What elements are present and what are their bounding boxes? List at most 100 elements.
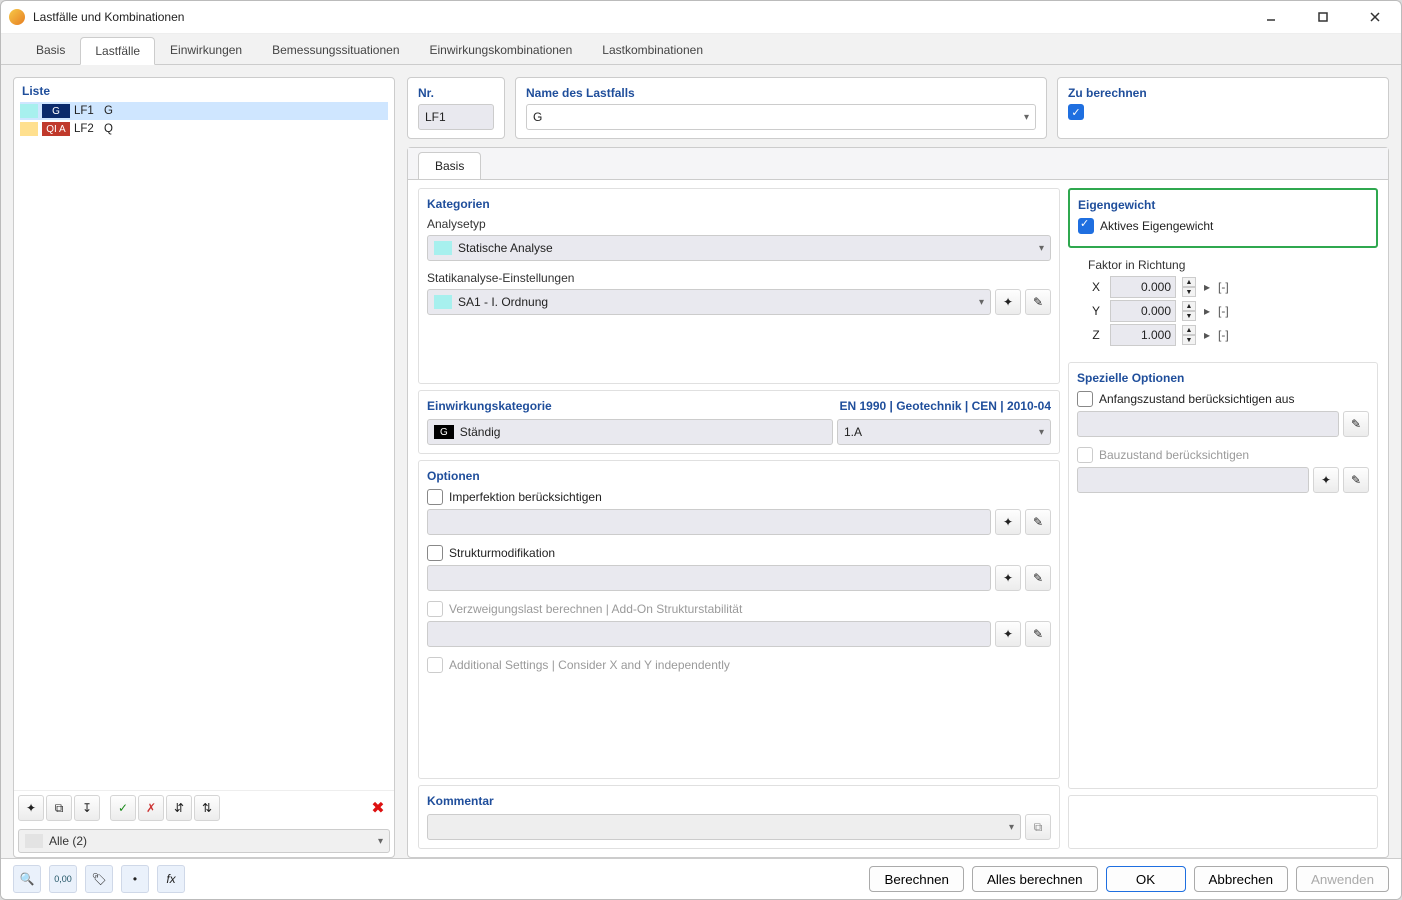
search-icon[interactable]: 🔍 — [13, 865, 41, 893]
list-item[interactable]: G LF1 G — [20, 102, 388, 120]
factor-x-spinner[interactable]: X0.000▲▼▸[-] — [1088, 276, 1370, 298]
name-label: Name des Lastfalls — [526, 86, 1036, 100]
factor-y-spinner[interactable]: Y0.000▲▼▸[-] — [1088, 300, 1370, 322]
name-input[interactable]: G▾ — [526, 104, 1036, 130]
edit-settings-button[interactable]: ✎ — [1025, 289, 1051, 315]
delete-button[interactable]: ✖ — [366, 796, 390, 820]
chevron-down-icon: ▾ — [1039, 427, 1044, 438]
sort-asc-button[interactable]: ⇵ — [166, 795, 192, 821]
maximize-button[interactable] — [1305, 5, 1341, 29]
analysetyp-label: Analysetyp — [427, 217, 1051, 231]
minimize-button[interactable] — [1253, 5, 1289, 29]
berechnen-button[interactable]: Berechnen — [869, 866, 963, 892]
new-settings-button[interactable]: ✦ — [995, 289, 1021, 315]
tab-basis[interactable]: Basis — [21, 36, 80, 64]
optionen-block: Optionen Imperfektion berücksichtigen ✦✎… — [418, 460, 1060, 779]
app-icon — [9, 9, 25, 25]
main-tab-bar: Basis Lastfälle Einwirkungen Bemessungss… — [1, 34, 1401, 65]
chevron-down-icon: ▾ — [979, 297, 984, 308]
chevron-down-icon: ▾ — [378, 836, 383, 847]
new-button[interactable]: ✦ — [18, 795, 44, 821]
imperfection-dropdown[interactable] — [427, 509, 991, 535]
dialog-footer: 🔍 0,00 🏷 • fx Berechnen Alles berechnen … — [1, 858, 1401, 899]
kommentar-block: Kommentar ▾⧉ — [418, 785, 1060, 849]
nr-card: Nr. LF1 — [407, 77, 505, 139]
name-card: Name des Lastfalls G▾ — [515, 77, 1047, 139]
close-button[interactable] — [1357, 5, 1393, 29]
edit-button[interactable]: ✎ — [1343, 411, 1369, 437]
empty-block — [1068, 795, 1378, 849]
spezielle-block: Spezielle Optionen Anfangszustand berück… — [1068, 362, 1378, 789]
list-toolbar: ✦ ⧉ ↧ ✓ ✗ ⇵ ⇅ ✖ — [14, 790, 394, 825]
chevron-down-icon: ▾ — [1024, 112, 1029, 123]
units-icon[interactable]: 0,00 — [49, 865, 77, 893]
ok-button[interactable]: OK — [1106, 866, 1186, 892]
statik-label: Statikanalyse-Einstellungen — [427, 271, 1051, 285]
anfangszustand-checkbox[interactable] — [1077, 391, 1093, 407]
sort-desc-button[interactable]: ⇅ — [194, 795, 220, 821]
statik-dropdown[interactable]: SA1 - I. Ordnung▾ — [427, 289, 991, 315]
loadcase-name: Q — [104, 123, 113, 135]
faktor-label: Faktor in Richtung — [1088, 258, 1370, 272]
anfangszustand-dropdown[interactable] — [1077, 411, 1339, 437]
filter-label: Alle (2) — [49, 834, 87, 848]
loadcase-name: G — [104, 105, 113, 117]
copy-comment-button[interactable]: ⧉ — [1025, 814, 1051, 840]
chevron-down-icon: ▾ — [1039, 243, 1044, 254]
optionen-title: Optionen — [427, 469, 1051, 483]
bauzustand-checkbox — [1077, 447, 1093, 463]
calc-card: Zu berechnen ✓ — [1057, 77, 1389, 139]
new-button: ✦ — [1313, 467, 1339, 493]
imperfection-checkbox[interactable] — [427, 489, 443, 505]
kategorien-title: Kategorien — [427, 197, 1051, 211]
list-panel: Liste G LF1 G QI A LF2 Q ✦ ⧉ ↧ — [13, 77, 395, 858]
uncheck-all-button[interactable]: ✗ — [138, 795, 164, 821]
tree-icon[interactable]: 🏷 — [85, 865, 113, 893]
faktor-group: Faktor in Richtung X0.000▲▼▸[-] Y0.000▲▼… — [1068, 254, 1378, 356]
edit-button[interactable]: ✎ — [1025, 565, 1051, 591]
dialog-window: Lastfälle und Kombinationen Basis Lastfä… — [0, 0, 1402, 900]
calc-checkbox[interactable]: ✓ — [1068, 104, 1084, 120]
tab-lastfaelle[interactable]: Lastfälle — [80, 37, 155, 65]
window-title: Lastfälle und Kombinationen — [33, 10, 1253, 24]
list-item[interactable]: QI A LF2 Q — [20, 120, 388, 138]
copy-button[interactable]: ⧉ — [46, 795, 72, 821]
analysetyp-dropdown[interactable]: Statische Analyse▾ — [427, 235, 1051, 261]
renumber-button[interactable]: ↧ — [74, 795, 100, 821]
point-icon[interactable]: • — [121, 865, 149, 893]
subtab-basis[interactable]: Basis — [418, 152, 481, 179]
einwirkung-title: Einwirkungskategorie — [427, 399, 552, 413]
nr-label: Nr. — [418, 86, 494, 100]
edit-button[interactable]: ✎ — [1025, 509, 1051, 535]
new-button[interactable]: ✦ — [995, 565, 1021, 591]
loadcase-id: LF2 — [74, 123, 100, 135]
filter-dropdown[interactable]: Alle (2) ▾ — [18, 829, 390, 853]
category-tag: QI A — [42, 122, 70, 136]
subcategory-dropdown[interactable]: 1.A▾ — [837, 419, 1051, 445]
fx-icon[interactable]: fx — [157, 865, 185, 893]
check-all-button[interactable]: ✓ — [110, 795, 136, 821]
kommentar-title: Kommentar — [427, 794, 1051, 808]
struktur-checkbox[interactable] — [427, 545, 443, 561]
kommentar-input[interactable]: ▾ — [427, 814, 1021, 840]
eigengewicht-title: Eigengewicht — [1078, 198, 1368, 212]
titlebar: Lastfälle und Kombinationen — [1, 1, 1401, 34]
tab-lastkombinationen[interactable]: Lastkombinationen — [587, 36, 718, 64]
additional-checkbox — [427, 657, 443, 673]
nr-input[interactable]: LF1 — [418, 104, 494, 130]
tab-einwirkungskombinationen[interactable]: Einwirkungskombinationen — [415, 36, 588, 64]
anwenden-button: Anwenden — [1296, 866, 1389, 892]
factor-z-spinner[interactable]: Z1.000▲▼▸[-] — [1088, 324, 1370, 346]
list-header: Liste — [14, 78, 394, 102]
tab-bemessungssituationen[interactable]: Bemessungssituationen — [257, 36, 414, 64]
bauzustand-dropdown — [1077, 467, 1309, 493]
tab-einwirkungen[interactable]: Einwirkungen — [155, 36, 257, 64]
aktiv-checkbox[interactable] — [1078, 218, 1094, 234]
struktur-dropdown[interactable] — [427, 565, 991, 591]
category-dropdown[interactable]: GStändig — [427, 419, 833, 445]
new-button: ✦ — [995, 621, 1021, 647]
alles-berechnen-button[interactable]: Alles berechnen — [972, 866, 1098, 892]
new-button[interactable]: ✦ — [995, 509, 1021, 535]
sub-tab-bar: Basis — [408, 148, 1388, 180]
abbrechen-button[interactable]: Abbrechen — [1194, 866, 1288, 892]
